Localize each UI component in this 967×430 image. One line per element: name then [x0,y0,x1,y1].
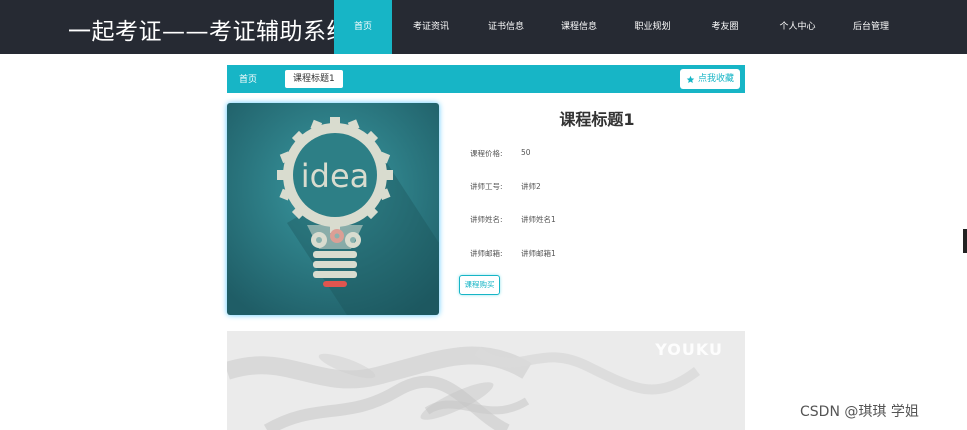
favorite-button[interactable]: 点我收藏 [679,69,740,89]
breadcrumb-home-link[interactable]: 首页 [239,72,257,85]
favorite-button-label: 点我收藏 [697,74,734,84]
field-label: 课程价格: [470,149,503,158]
buy-course-button[interactable]: 课程购买 [459,275,500,295]
watermark: CSDN @琪琪 学姐 [800,404,919,420]
field-label: 讲师工号: [470,182,503,191]
nav-item-home[interactable]: 首页 [334,0,392,54]
main-nav: 首页 考证资讯 证书信息 课程信息 职业规划 考友圈 个人中心 后台管理 [334,0,908,54]
top-navbar: 一起考证——考证辅助系统 首页 考证资讯 证书信息 课程信息 职业规划 考友圈 … [0,0,967,54]
breadcrumb-current: 课程标题1 [285,70,343,88]
video-brand-logo: YOUKU [655,340,723,359]
teacher-name-value: 讲师姓名1 [521,215,556,224]
site-title: 一起考证——考证辅助系统 [68,19,350,45]
nav-item-admin[interactable]: 后台管理 [834,0,908,54]
field-label: 讲师姓名: [470,215,503,224]
scroll-handle[interactable] [963,229,967,253]
nav-item-career-planning[interactable]: 职业规划 [616,0,689,54]
nav-item-personal-center[interactable]: 个人中心 [761,0,834,54]
nav-item-forum[interactable]: 考友圈 [689,0,761,54]
course-price-value: 50 [521,148,531,157]
nav-item-courses[interactable]: 课程信息 [542,0,616,54]
video-player[interactable]: YOUKU [227,331,745,430]
star-icon [686,75,695,83]
cover-text: idea [301,157,370,195]
field-label: 讲师邮箱: [470,249,503,258]
course-title: 课程标题1 [559,110,635,129]
course-cover-image: idea [227,103,439,315]
teacher-email-value: 讲师邮箱1 [521,249,556,258]
nav-item-certificates[interactable]: 证书信息 [470,0,542,54]
nav-item-exam-news[interactable]: 考证资讯 [392,0,470,54]
teacher-id-value: 讲师2 [521,182,541,191]
breadcrumb: 首页 课程标题1 点我收藏 [227,65,745,93]
